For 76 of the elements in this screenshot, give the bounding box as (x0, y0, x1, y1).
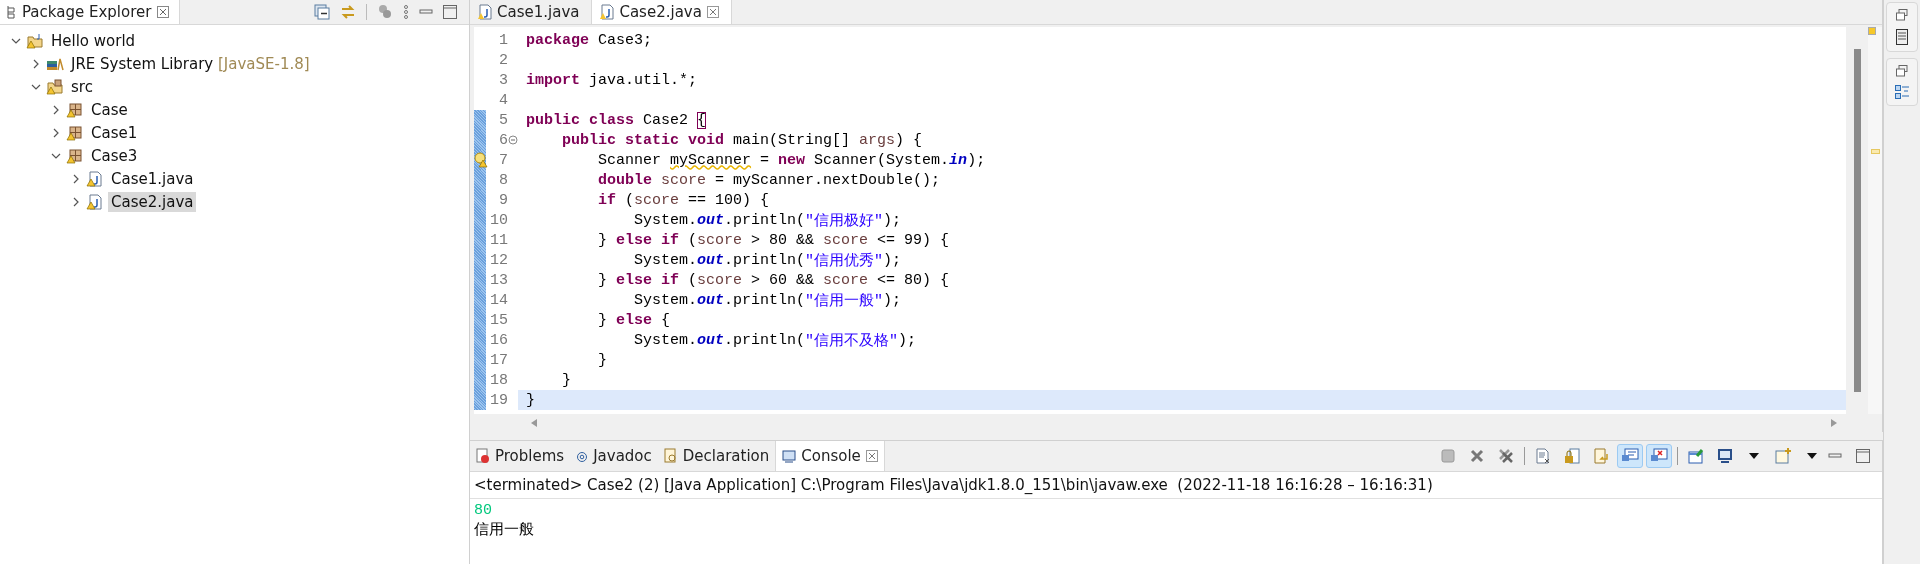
console-icon (782, 449, 797, 463)
tree-item[interactable]: Case3 (88, 145, 141, 166)
console-output-line: 80 (474, 501, 493, 521)
code-line: } (561, 370, 572, 390)
remove-x-icon[interactable] (1469, 448, 1485, 464)
package-explorer-tab[interactable]: Package Explorer (0, 0, 181, 24)
maximize-icon[interactable] (443, 5, 457, 19)
code-line: double score = myScanner.nextDouble(); (597, 170, 942, 190)
java-file-icon (478, 4, 492, 20)
source-folder-icon (46, 78, 64, 95)
project-folder-icon (26, 32, 44, 49)
code-line: import java.util.*; (525, 70, 699, 90)
tree-item[interactable]: Case1 (88, 122, 141, 143)
problems-icon (476, 448, 490, 464)
view-tab[interactable]: Javadoc (570, 441, 658, 471)
code-line: System.out.println("信用不及格"); (633, 330, 918, 350)
view-menu-icon[interactable] (403, 4, 409, 20)
console-launch-info: <terminated> Case2 (2) [Java Application] C:\Program Files\Java\jdk1.8.0_151\bin\javaw.exe (2022-11-18 16:16:28 – 16:16:31) (470, 472, 1882, 499)
code-line: System.out.println("信用极好"); (633, 210, 903, 230)
package-view-icon (6, 5, 16, 19)
close-icon[interactable] (865, 450, 878, 462)
editor-tab[interactable]: Case1.java (470, 0, 593, 24)
collapse-all-icon[interactable] (314, 4, 330, 20)
code-line: } else if (score > 60 && score <= 80) { (597, 270, 951, 290)
scroll-right-icon[interactable] (1830, 418, 1838, 428)
code-line: package Case3; (525, 30, 654, 50)
scroll-left-icon[interactable] (530, 418, 538, 428)
dropdown-caret-icon[interactable] (1749, 453, 1759, 459)
close-icon[interactable] (706, 6, 719, 18)
vertical-scrollbar[interactable] (1846, 27, 1868, 414)
declaration-icon (663, 448, 678, 464)
java-file-icon (86, 170, 104, 187)
new-window-icon[interactable] (1775, 448, 1791, 464)
remove-all-icon[interactable] (1498, 448, 1514, 464)
code-line: public static void main(String[] args) { (561, 130, 924, 150)
clear-document-icon[interactable] (1535, 448, 1551, 464)
java-file-icon (86, 193, 104, 210)
task-list-icon[interactable] (1895, 85, 1909, 99)
package-icon (66, 124, 84, 141)
code-line: public class Case2 { (525, 110, 708, 130)
restore-icon[interactable] (1896, 9, 1908, 21)
tree-item[interactable]: Hello world (48, 30, 139, 51)
view-tab[interactable]: Problems (470, 441, 571, 471)
view-tab[interactable]: Declaration (657, 441, 776, 471)
tree-item[interactable]: JRE System Library [JavaSE-1.8] (68, 53, 313, 74)
package-icon (66, 147, 84, 164)
code-line: } else { (597, 310, 672, 330)
editor-tab[interactable]: Case2.java (592, 0, 732, 24)
tree-item[interactable]: Case2.java (108, 191, 197, 212)
overview-warning-icon (1868, 27, 1876, 35)
dropdown-caret-icon[interactable] (1807, 453, 1817, 459)
restore-icon[interactable] (1896, 65, 1908, 77)
code-line: } else if (score > 80 && score <= 99) { (597, 230, 951, 250)
monitor-icon[interactable] (1717, 448, 1733, 464)
filter-icon[interactable] (377, 4, 393, 20)
maximize-icon[interactable] (1856, 449, 1870, 463)
fold-minus-icon[interactable] (508, 135, 518, 145)
package-icon (66, 101, 84, 118)
console-output-line: 信用一般 (474, 521, 535, 541)
word-wrap-icon[interactable] (1593, 448, 1609, 464)
tree-item[interactable]: src (68, 76, 96, 97)
code-line: System.out.println("信用优秀"); (633, 250, 903, 270)
pin-icon[interactable] (1688, 448, 1704, 464)
link-arrows-icon[interactable] (340, 4, 356, 20)
code-line: Scanner myScanner = new Scanner(System.in); (597, 150, 987, 170)
outline-page-icon[interactable] (1896, 29, 1908, 45)
code-line: System.out.println("信用一般"); (633, 290, 903, 310)
java-file-icon (600, 4, 615, 20)
view-tab[interactable]: Console (775, 441, 885, 471)
tree-item[interactable]: Case1.java (108, 168, 197, 189)
code-line: } (597, 350, 608, 370)
code-line: if (score == 100) { (597, 190, 771, 210)
lock-icon[interactable] (1564, 448, 1580, 464)
close-icon[interactable] (157, 6, 170, 18)
tree-item[interactable]: Case (88, 99, 131, 120)
warning-marker-icon (1871, 149, 1880, 154)
